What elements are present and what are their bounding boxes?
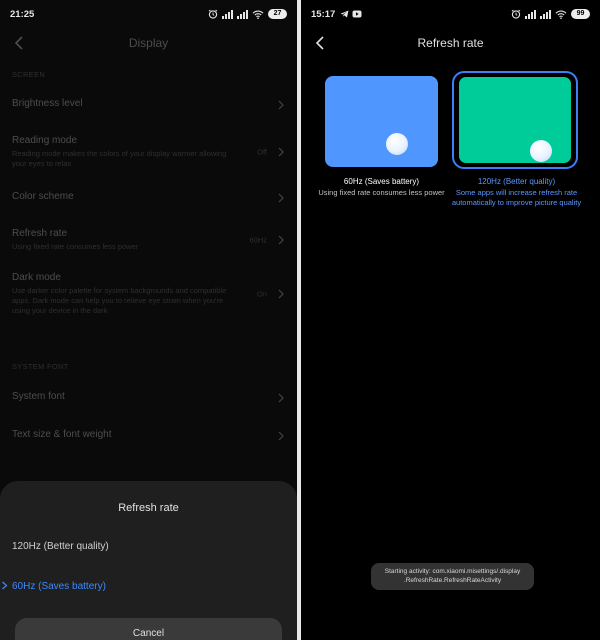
status-time: 15:17 (311, 8, 336, 20)
option-60hz-desc: Using fixed rate consumes less power (318, 188, 445, 197)
color-scheme-row[interactable]: Color scheme (12, 191, 285, 205)
refresh-rate-dialog: Refresh rate 120Hz (Better quality) 60Hz… (0, 481, 297, 640)
telegram-icon (340, 10, 349, 18)
page-header: Refresh rate (301, 28, 600, 58)
right-screen: 15:17 99 Refresh rate 60Hz (Saves batter… (301, 0, 600, 640)
chevron-right-icon (278, 393, 284, 403)
text-size-row[interactable]: Text size & font weight (12, 429, 285, 443)
chevron-right-icon (278, 193, 284, 203)
chevron-right-icon (278, 289, 284, 299)
brightness-level-row[interactable]: Brightness level (12, 98, 285, 112)
option-120hz-preview (459, 77, 571, 163)
page-header: Display (0, 28, 297, 58)
youtube-icon (352, 10, 362, 18)
page-title: Refresh rate (417, 36, 484, 50)
option-120hz-desc-1: Some apps will increase refresh rate (455, 188, 578, 197)
signal-icon (222, 9, 233, 19)
option-120hz-card[interactable] (452, 71, 578, 169)
refresh-rate-row[interactable]: Refresh rate Using fixed rate consumes l… (12, 228, 285, 252)
reading-mode-label: Reading mode (12, 135, 78, 146)
signal-icon (525, 9, 536, 19)
dark-mode-desc: Use darker color palette for system back… (12, 286, 227, 315)
wifi-icon (555, 10, 567, 19)
refresh-rate-value: 60Hz (249, 235, 267, 245)
battery-icon: 99 (571, 9, 590, 19)
animation-ball (386, 133, 408, 155)
left-screen: 21:25 27 Display SCREEN Brightness level… (0, 0, 297, 640)
page-title: Display (128, 36, 169, 50)
color-scheme-label: Color scheme (12, 191, 74, 202)
selected-chevron-icon (2, 581, 8, 590)
reading-mode-desc: Reading mode makes the colors of your di… (12, 149, 227, 168)
reading-mode-row[interactable]: Reading mode Reading mode makes the colo… (12, 135, 285, 169)
option-120hz[interactable]: 120Hz (Better quality) (12, 541, 109, 552)
dark-mode-value: On (256, 289, 267, 299)
alarm-icon (511, 9, 521, 19)
option-60hz-caption[interactable]: 60Hz (Saves battery) Using fixed rate co… (309, 177, 454, 198)
status-bar: 21:25 27 (0, 0, 297, 28)
system-font-label: System font (12, 391, 65, 402)
text-size-label: Text size & font weight (12, 429, 112, 440)
reading-mode-value: Off (257, 147, 267, 157)
option-120hz-desc-2: automatically to improve picture quality (451, 198, 582, 207)
signal-icon (540, 9, 551, 19)
brightness-label: Brightness level (12, 98, 83, 109)
option-60hz-card[interactable] (325, 76, 438, 167)
section-screen: SCREEN (12, 70, 46, 79)
system-font-row[interactable]: System font (12, 391, 285, 405)
dark-mode-label: Dark mode (12, 272, 61, 283)
toast-line-2: .RefreshRate.RefreshRateActivity (403, 577, 502, 584)
chevron-right-icon (278, 431, 284, 441)
refresh-rate-label: Refresh rate (12, 228, 68, 239)
activity-toast: Starting activity: com.xiaomi.misettings… (371, 563, 534, 590)
signal-icon (237, 9, 248, 19)
dark-mode-row[interactable]: Dark mode Use darker color palette for s… (12, 272, 285, 316)
option-60hz-title: 60Hz (Saves battery) (343, 177, 420, 186)
battery-icon: 27 (268, 9, 287, 19)
option-60hz[interactable]: 60Hz (Saves battery) (12, 581, 106, 592)
cancel-button[interactable]: Cancel (15, 618, 282, 640)
back-arrow-icon[interactable] (12, 35, 28, 51)
chevron-right-icon (278, 235, 284, 245)
chevron-right-icon (278, 147, 284, 157)
wifi-icon (252, 10, 264, 19)
option-120hz-caption[interactable]: 120Hz (Better quality) Some apps will in… (444, 177, 589, 208)
chevron-right-icon (278, 100, 284, 110)
status-time: 21:25 (10, 8, 35, 20)
toast-line-1: Starting activity: com.xiaomi.misettings… (384, 568, 521, 575)
refresh-rate-desc: Using fixed rate consumes less power (12, 242, 139, 251)
alarm-icon (208, 9, 218, 19)
status-bar: 15:17 99 (301, 0, 600, 28)
option-120hz-title: 120Hz (Better quality) (477, 177, 556, 186)
section-system-font: SYSTEM FONT (12, 362, 69, 371)
animation-ball (530, 140, 552, 162)
dialog-title: Refresh rate (118, 502, 179, 514)
back-arrow-icon[interactable] (313, 35, 329, 51)
